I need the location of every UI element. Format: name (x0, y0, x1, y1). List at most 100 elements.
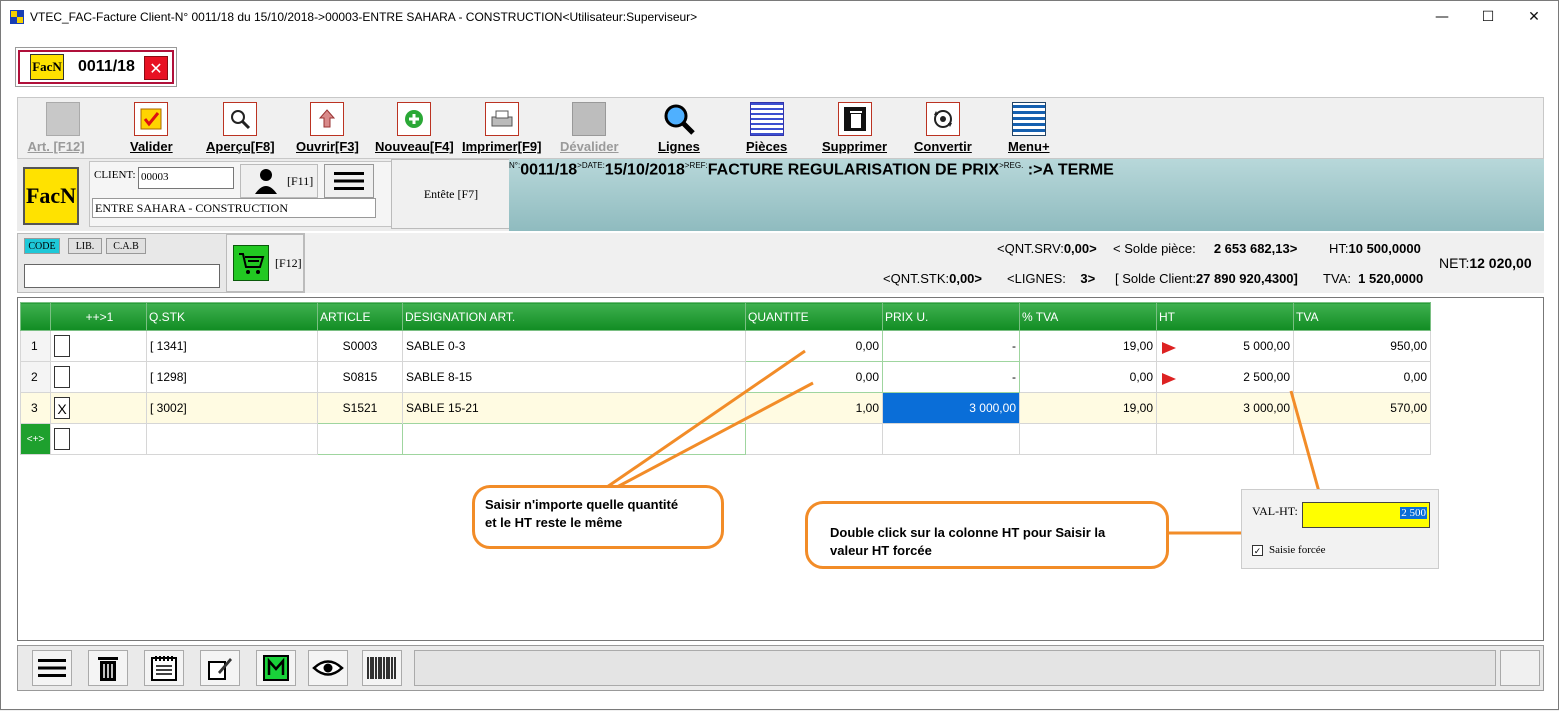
client-code-input[interactable]: 00003 (138, 167, 234, 189)
devalider-button[interactable]: Dévalider (560, 102, 619, 154)
cell-qstk (146, 423, 318, 455)
qnt-stk: <QNT.STK:0,00> (883, 271, 982, 286)
col-check[interactable]: ++>1 (50, 302, 147, 331)
col-qstk[interactable]: Q.STK (146, 302, 318, 331)
cell-ht[interactable]: 2 500,00 (1156, 361, 1294, 393)
cell-article[interactable]: S0815 (317, 361, 403, 393)
cell-prix[interactable]: - (882, 330, 1020, 362)
cell-prix[interactable] (882, 423, 1020, 455)
imprimer-button[interactable]: Imprimer[F9] (462, 102, 541, 154)
bottom-view-button[interactable] (308, 650, 348, 686)
client-search-button[interactable]: [F11] (240, 164, 318, 198)
lignes-button[interactable]: Lignes (658, 102, 700, 154)
client-menu-button[interactable] (324, 164, 374, 198)
supprimer-button[interactable]: Supprimer (822, 102, 887, 154)
valht-input[interactable]: 2 500 (1302, 502, 1430, 528)
add-to-cart-button[interactable]: [F12] (226, 234, 304, 292)
cell-tva-pct (1019, 423, 1157, 455)
cell-article[interactable]: S0003 (317, 330, 403, 362)
m-icon (263, 655, 289, 681)
add-icon (397, 102, 432, 136)
menu-plus-button-label: Menu+ (1008, 139, 1050, 154)
cell-quantite[interactable] (745, 423, 883, 455)
apercu-button[interactable]: Aperçu[F8] (206, 102, 275, 154)
col-prix[interactable]: PRIX U. (882, 302, 1020, 331)
ouvrir-button[interactable]: Ouvrir[F3] (296, 102, 359, 154)
close-tab-icon[interactable]: ✕ (144, 56, 168, 80)
cell-quantite[interactable]: 0,00 (745, 361, 883, 393)
row-number: 3 (20, 392, 51, 424)
row-checkbox[interactable] (54, 366, 70, 388)
menu-plus-button[interactable]: Menu+ (1008, 102, 1050, 154)
article-search-input[interactable] (24, 264, 220, 288)
lignes-value: 3> (1080, 271, 1096, 286)
bottom-delete-button[interactable] (88, 650, 128, 686)
main-toolbar: Art. [F12] Valider Aperçu[F8] Ouvrir[F3]… (17, 97, 1544, 159)
table-row[interactable]: 1 [ 1341] S0003 SABLE 0-3 0,00 - 19,00 5… (20, 330, 1431, 362)
cell-designation[interactable]: SABLE 8-15 (402, 361, 746, 393)
cell-ht[interactable]: 5 000,00 (1156, 330, 1294, 362)
bottom-end-button[interactable] (1500, 650, 1540, 686)
ht-callout: Double click sur la colonne HT pour Sais… (805, 501, 1169, 569)
bottom-barcode-button[interactable] (362, 650, 402, 686)
col-tva[interactable]: TVA (1293, 302, 1431, 331)
row-checkbox[interactable] (54, 428, 70, 450)
search-mode-code[interactable]: CODE (24, 238, 60, 254)
cell-quantite[interactable]: 1,00 (745, 392, 883, 424)
table-row-selected[interactable]: 3 X [ 3002] S1521 SABLE 15-21 1,00 3 000… (20, 392, 1431, 424)
convertir-button-label: Convertir (914, 139, 972, 154)
entete-button[interactable]: Entête [F7] (391, 159, 511, 229)
fac-logo-icon: FacN (30, 54, 64, 80)
edit-icon (208, 658, 232, 680)
row-checkbox-cell[interactable] (50, 423, 147, 455)
bottom-calendar-button[interactable] (144, 650, 184, 686)
total-net-value: 12 020,00 (1469, 255, 1532, 271)
preview-icon (223, 102, 258, 136)
invoice-lines-table: ++>1 Q.STK ARTICLE DESIGNATION ART. QUAN… (20, 302, 1431, 455)
invoice-lines-frame: ++>1 Q.STK ARTICLE DESIGNATION ART. QUAN… (17, 297, 1544, 641)
row-checkbox-cell[interactable] (50, 330, 147, 362)
total-ht-value: 10 500,0000 (1348, 241, 1421, 256)
bottom-edit-button[interactable] (200, 650, 240, 686)
qnt-srv-value: 0,00> (1063, 241, 1097, 256)
cell-ht[interactable] (1156, 423, 1294, 455)
col-quantite[interactable]: QUANTITE (745, 302, 883, 331)
cell-designation[interactable]: SABLE 0-3 (402, 330, 746, 362)
cell-designation[interactable]: SABLE 15-21 (402, 392, 746, 424)
bottom-menu-button[interactable] (32, 650, 72, 686)
cell-ht-value: 5 000,00 (1243, 338, 1290, 353)
cell-prix[interactable]: - (882, 361, 1020, 393)
col-designation[interactable]: DESIGNATION ART. (402, 302, 746, 331)
article-button[interactable]: Art. [F12] (27, 102, 85, 154)
col-tva-pct[interactable]: % TVA (1019, 302, 1157, 331)
pieces-button[interactable]: Pièces (746, 102, 787, 154)
calendar-icon (151, 656, 177, 681)
cell-designation[interactable] (402, 423, 746, 455)
close-window-button[interactable]: ✕ (1511, 1, 1557, 33)
row-checkbox[interactable]: X (54, 397, 70, 419)
nouveau-button[interactable]: Nouveau[F4] (375, 102, 454, 154)
search-mode-cab[interactable]: C.A.B (106, 238, 146, 254)
bottom-m-button[interactable] (256, 650, 296, 686)
convertir-button[interactable]: Convertir (914, 102, 972, 154)
col-article[interactable]: ARTICLE (317, 302, 403, 331)
new-row[interactable]: <+> (20, 423, 1431, 455)
row-checkbox-cell[interactable]: X (50, 392, 147, 424)
document-tab[interactable]: FacN 0011/18 ✕ (15, 47, 177, 87)
row-checkbox-cell[interactable] (50, 361, 147, 393)
cell-article[interactable] (317, 423, 403, 455)
cell-article[interactable]: S1521 (317, 392, 403, 424)
maximize-button[interactable]: ☐ (1465, 1, 1511, 33)
cell-quantite[interactable]: 0,00 (745, 330, 883, 362)
valider-button[interactable]: Valider (130, 102, 173, 154)
row-checkbox[interactable] (54, 335, 70, 357)
table-row[interactable]: 2 [ 1298] S0815 SABLE 8-15 0,00 - 0,00 2… (20, 361, 1431, 393)
minimize-button[interactable]: — (1419, 1, 1465, 33)
col-ht[interactable]: HT (1156, 302, 1294, 331)
client-name-input[interactable]: ENTRE SAHARA - CONSTRUCTION (92, 198, 376, 218)
search-mode-lib[interactable]: LIB. (68, 238, 102, 254)
saisie-forcee-checkbox[interactable]: ✓ Saisie forcée (1252, 544, 1326, 556)
cell-prix-selected[interactable]: 3 000,00 (882, 392, 1020, 424)
cell-tva: 950,00 (1293, 330, 1431, 362)
cell-ht[interactable]: 3 000,00 (1156, 392, 1294, 424)
